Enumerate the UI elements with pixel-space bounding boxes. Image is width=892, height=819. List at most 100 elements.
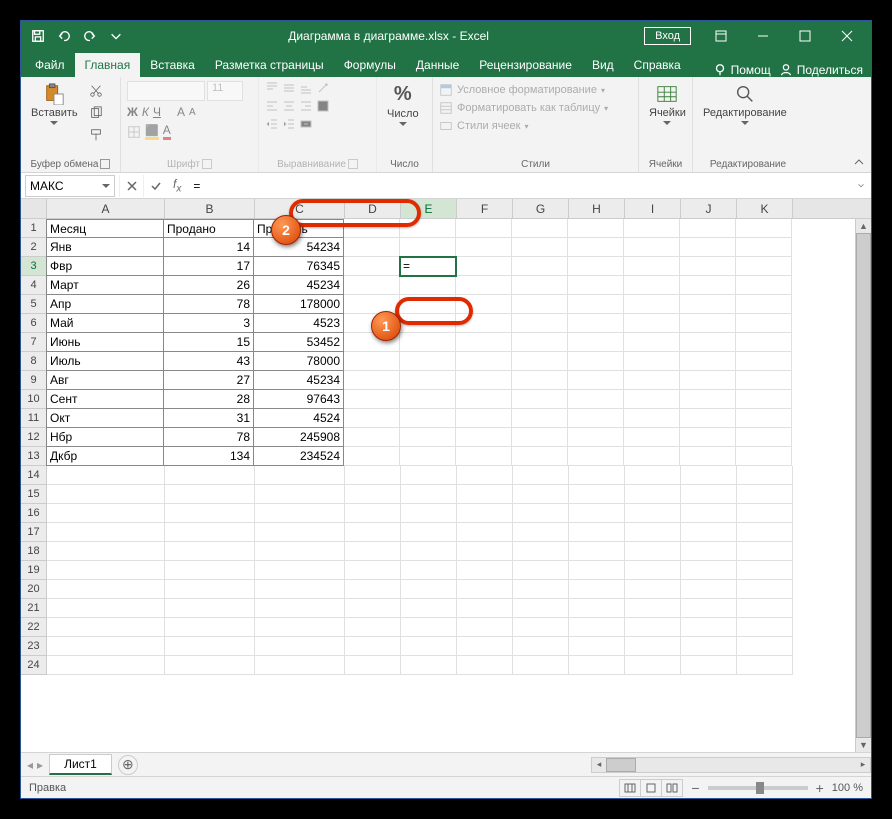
number-format-button[interactable]: % Число [383, 81, 423, 128]
cell[interactable] [400, 409, 456, 428]
cell[interactable]: 178000 [254, 295, 344, 314]
cell[interactable] [681, 485, 737, 504]
expand-formula-bar-button[interactable] [851, 181, 871, 191]
decrease-font-button[interactable]: A [189, 107, 196, 118]
row-header[interactable]: 23 [21, 637, 47, 656]
cell[interactable] [624, 390, 680, 409]
cell[interactable] [736, 314, 792, 333]
cell[interactable] [624, 314, 680, 333]
cell[interactable] [737, 618, 793, 637]
cell[interactable] [512, 447, 568, 466]
cell[interactable] [255, 542, 345, 561]
wrap-text-icon[interactable] [316, 99, 330, 113]
cell[interactable] [624, 276, 680, 295]
dialog-launcher-icon[interactable] [100, 159, 110, 169]
cell[interactable] [401, 637, 457, 656]
cell[interactable]: 45234 [254, 371, 344, 390]
cell[interactable] [568, 390, 624, 409]
cell[interactable] [47, 504, 165, 523]
cell[interactable]: 97643 [254, 390, 344, 409]
scroll-up-icon[interactable]: ▲ [856, 219, 871, 233]
cell[interactable]: Янв [46, 238, 164, 257]
cell[interactable] [513, 656, 569, 675]
cell[interactable] [513, 599, 569, 618]
ribbon-tab-разметка страницы[interactable]: Разметка страницы [205, 53, 334, 77]
cell[interactable]: 234524 [254, 447, 344, 466]
cell[interactable] [680, 371, 736, 390]
cell[interactable] [624, 295, 680, 314]
dialog-launcher-icon[interactable] [348, 159, 358, 169]
cell[interactable] [457, 542, 513, 561]
cell[interactable] [401, 523, 457, 542]
cell[interactable] [625, 599, 681, 618]
cell[interactable]: 54234 [254, 238, 344, 257]
cell[interactable] [680, 238, 736, 257]
cell[interactable] [255, 599, 345, 618]
borders-button[interactable] [127, 125, 141, 139]
cell[interactable] [568, 295, 624, 314]
cell[interactable]: Месяц [46, 219, 164, 238]
cell[interactable] [737, 599, 793, 618]
cell[interactable] [344, 238, 400, 257]
cell[interactable] [165, 637, 255, 656]
cell[interactable]: 245908 [254, 428, 344, 447]
row-header[interactable]: 20 [21, 580, 47, 599]
ribbon-tab-вид[interactable]: Вид [582, 53, 624, 77]
ribbon-tab-данные[interactable]: Данные [406, 53, 469, 77]
cell[interactable] [344, 428, 400, 447]
zoom-out-button[interactable]: − [691, 780, 699, 796]
align-bottom-icon[interactable] [299, 81, 313, 95]
cell[interactable] [345, 504, 401, 523]
cell[interactable]: 76345 [254, 257, 344, 276]
horizontal-scrollbar[interactable]: ◂ ▸ [591, 757, 871, 773]
cell[interactable] [400, 333, 456, 352]
cell[interactable] [737, 561, 793, 580]
cell[interactable]: 17 [164, 257, 254, 276]
scroll-down-icon[interactable]: ▼ [856, 738, 871, 752]
cell[interactable] [736, 428, 792, 447]
column-header[interactable]: K [737, 199, 793, 218]
cell[interactable] [568, 257, 624, 276]
row-header[interactable]: 17 [21, 523, 47, 542]
cell[interactable] [569, 580, 625, 599]
cell[interactable] [624, 447, 680, 466]
normal-view-button[interactable] [619, 779, 641, 797]
cell[interactable] [624, 428, 680, 447]
cell[interactable] [457, 466, 513, 485]
cell[interactable] [165, 504, 255, 523]
add-sheet-button[interactable]: ⊕ [118, 755, 138, 775]
cell[interactable] [624, 238, 680, 257]
share-button[interactable]: Поделиться [779, 63, 863, 77]
row-header[interactable]: 3 [21, 257, 47, 276]
editing-button[interactable]: Редактирование [699, 81, 791, 127]
cell[interactable] [680, 447, 736, 466]
cell[interactable] [345, 466, 401, 485]
row-header[interactable]: 12 [21, 428, 47, 447]
column-header[interactable]: F [457, 199, 513, 218]
qat-customize-icon[interactable] [105, 25, 127, 47]
row-header[interactable]: 6 [21, 314, 47, 333]
cell[interactable] [400, 238, 456, 257]
cell[interactable] [681, 656, 737, 675]
cell[interactable] [569, 485, 625, 504]
cell[interactable] [625, 580, 681, 599]
cell[interactable]: 53452 [254, 333, 344, 352]
cell[interactable] [47, 485, 165, 504]
orientation-icon[interactable] [316, 81, 330, 95]
redo-button[interactable] [79, 25, 101, 47]
cell[interactable] [625, 656, 681, 675]
row-header[interactable]: 22 [21, 618, 47, 637]
cell[interactable] [401, 580, 457, 599]
cell[interactable] [457, 580, 513, 599]
cell[interactable] [681, 466, 737, 485]
cell[interactable] [680, 352, 736, 371]
cell[interactable] [47, 618, 165, 637]
column-header[interactable]: J [681, 199, 737, 218]
cell[interactable] [456, 333, 512, 352]
align-center-icon[interactable] [282, 99, 296, 113]
cell[interactable] [680, 276, 736, 295]
cell[interactable] [345, 542, 401, 561]
row-header[interactable]: 5 [21, 295, 47, 314]
zoom-thumb[interactable] [756, 782, 764, 794]
cell[interactable]: Май [46, 314, 164, 333]
